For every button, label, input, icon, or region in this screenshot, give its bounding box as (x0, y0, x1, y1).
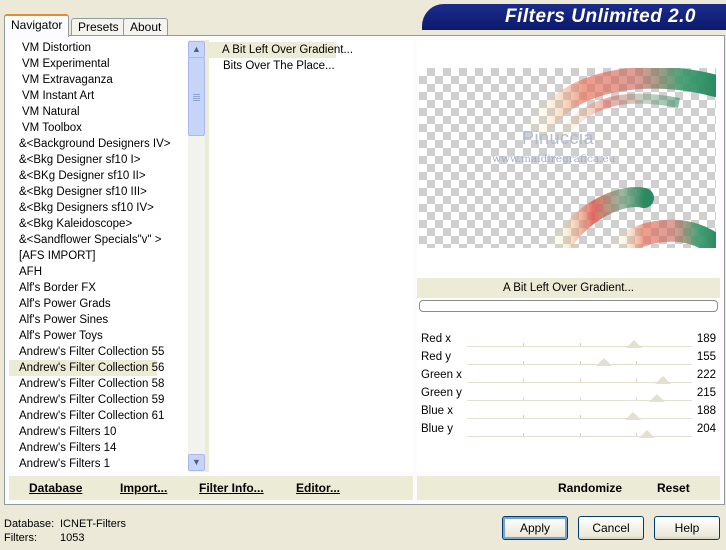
slider-track[interactable] (467, 346, 692, 347)
slider-row[interactable]: Red x 189 (417, 330, 720, 348)
category-item[interactable]: &<Bkg Kaleidoscope> (9, 216, 192, 232)
category-item[interactable]: &<BKg Designer sf10 II> (9, 168, 192, 184)
scroll-up-button[interactable]: ▲ (188, 41, 205, 58)
slider-row[interactable]: Red y 155 (417, 348, 720, 366)
preview-filter-name: A Bit Left Over Gradient... (417, 278, 720, 298)
slider-row[interactable]: Green x 222 (417, 366, 720, 384)
slider-label: Green x (421, 369, 462, 381)
category-item[interactable]: Andrew's Filters 14 (9, 440, 192, 456)
left-button-bar: Database Import... Filter Info... Editor… (9, 476, 413, 500)
slider-thumb[interactable] (625, 340, 642, 348)
slider-track[interactable] (467, 436, 692, 437)
slider-value: 204 (696, 423, 716, 435)
category-item[interactable]: Andrew's Filters 1 (9, 456, 192, 472)
preview-area: A Bit Left Over Gradient... Red x 189 Red … (417, 40, 720, 472)
help-button[interactable]: Help (654, 516, 720, 540)
slider-thumb[interactable] (595, 358, 612, 366)
title-banner: Filters Unlimited 2.0 (422, 4, 726, 30)
category-item[interactable]: Alf's Power Sines (9, 312, 192, 328)
category-item[interactable]: VM Natural (9, 104, 192, 120)
category-item[interactable]: Alf's Power Grads (9, 296, 192, 312)
category-item[interactable]: Alf's Border FX (9, 280, 192, 296)
slider-label: Green y (421, 387, 462, 399)
slider-thumb[interactable] (624, 412, 641, 420)
category-item[interactable]: VM Toolbox (9, 120, 192, 136)
category-item[interactable]: &<Bkg Designer sf10 I> (9, 152, 192, 168)
tab-about[interactable]: About (123, 18, 169, 35)
slider-label: Blue y (421, 423, 453, 435)
cancel-button[interactable]: Cancel (578, 516, 644, 540)
randomize-button[interactable]: Randomize (558, 476, 622, 500)
slider-value: 215 (696, 387, 716, 399)
app-title: Filters Unlimited 2.0 (504, 6, 696, 27)
slider-thumb[interactable] (654, 376, 671, 384)
filter-list[interactable]: A Bit Left Over Gradient... Bits Over The… (205, 40, 413, 472)
slider-value: 155 (696, 351, 716, 363)
slider-track[interactable] (467, 418, 692, 419)
category-item[interactable]: Andrew's Filter Collection 55 (9, 344, 192, 360)
database-value: ICNET-Filters (60, 518, 126, 530)
slider-value: 188 (696, 405, 716, 417)
filter-info-button[interactable]: Filter Info... (199, 476, 264, 500)
right-button-bar: Randomize Reset (417, 476, 720, 500)
filters-label: Filters: (4, 532, 37, 544)
slider-label: Blue x (421, 405, 453, 417)
slider-row[interactable]: Green y 215 (417, 384, 720, 402)
category-item[interactable]: VM Extravaganza (9, 72, 192, 88)
status-info: Database: ICNET-Filters Filters: 1053 (4, 517, 126, 545)
slider-row[interactable]: Blue x 188 (417, 402, 720, 420)
category-item[interactable]: &<Bkg Designer sf10 III> (9, 184, 192, 200)
editor-button[interactable]: Editor... (296, 476, 340, 500)
scroll-down-button[interactable]: ▼ (188, 454, 205, 471)
tab-presets[interactable]: Presets (71, 18, 126, 35)
apply-button[interactable]: Apply (502, 516, 568, 540)
slider-group: Red x 189 Red y 155 Green x 222 Green y 215 Blue… (417, 330, 720, 438)
slider-value: 189 (696, 333, 716, 345)
category-item[interactable]: Alf's Power Toys (9, 328, 192, 344)
category-item[interactable]: AFH (9, 264, 192, 280)
watermark-url: www.maidiregrafica.eu (492, 153, 616, 165)
category-item[interactable]: Andrew's Filters 10 (9, 424, 192, 440)
database-label: Database: (4, 518, 55, 530)
slider-track[interactable] (467, 364, 692, 365)
watermark-name: Pinuccia (522, 128, 595, 148)
category-item[interactable]: Andrew's Filter Collection 56 (9, 360, 164, 376)
category-item[interactable]: [AFS IMPORT] (9, 248, 192, 264)
database-button[interactable]: Database (29, 476, 82, 500)
slider-value: 222 (696, 369, 716, 381)
category-item[interactable]: VM Distortion (9, 40, 192, 56)
filter-item[interactable]: A Bit Left Over Gradient... (208, 42, 353, 58)
slider-thumb[interactable] (639, 430, 655, 438)
category-item[interactable]: VM Experimental (9, 56, 192, 72)
category-scrollbar[interactable]: ▲ ▼ (188, 40, 205, 472)
reset-button[interactable]: Reset (657, 476, 690, 500)
category-list[interactable]: VM Distortion VM Experimental VM Extravaga… (9, 40, 192, 472)
slider-label: Red y (421, 351, 452, 363)
tab-navigator[interactable]: Navigator (4, 14, 70, 37)
category-item[interactable]: Andrew's Filter Collection 61 (9, 408, 192, 424)
filter-item[interactable]: Bits Over The Place... (209, 58, 413, 74)
category-item[interactable]: &<Background Designers IV> (9, 136, 192, 152)
slider-thumb[interactable] (648, 394, 665, 402)
main-panel: VM Distortion VM Experimental VM Extravaga… (4, 35, 725, 505)
slider-label: Red x (421, 333, 452, 345)
slider-row[interactable]: Blue y 204 (417, 420, 720, 438)
filters-count: 1053 (60, 532, 85, 544)
progress-bar (419, 300, 718, 312)
category-item[interactable]: VM Instant Art (9, 88, 192, 104)
import-button[interactable]: Import... (120, 476, 167, 500)
category-item[interactable]: Andrew's Filter Collection 59 (9, 392, 192, 408)
scroll-thumb[interactable] (188, 57, 205, 136)
category-item[interactable]: &<Sandflower Specials"v" > (9, 232, 192, 248)
category-item[interactable]: Andrew's Filter Collection 58 (9, 376, 192, 392)
category-item[interactable]: &<Bkg Designers sf10 IV> (9, 200, 192, 216)
